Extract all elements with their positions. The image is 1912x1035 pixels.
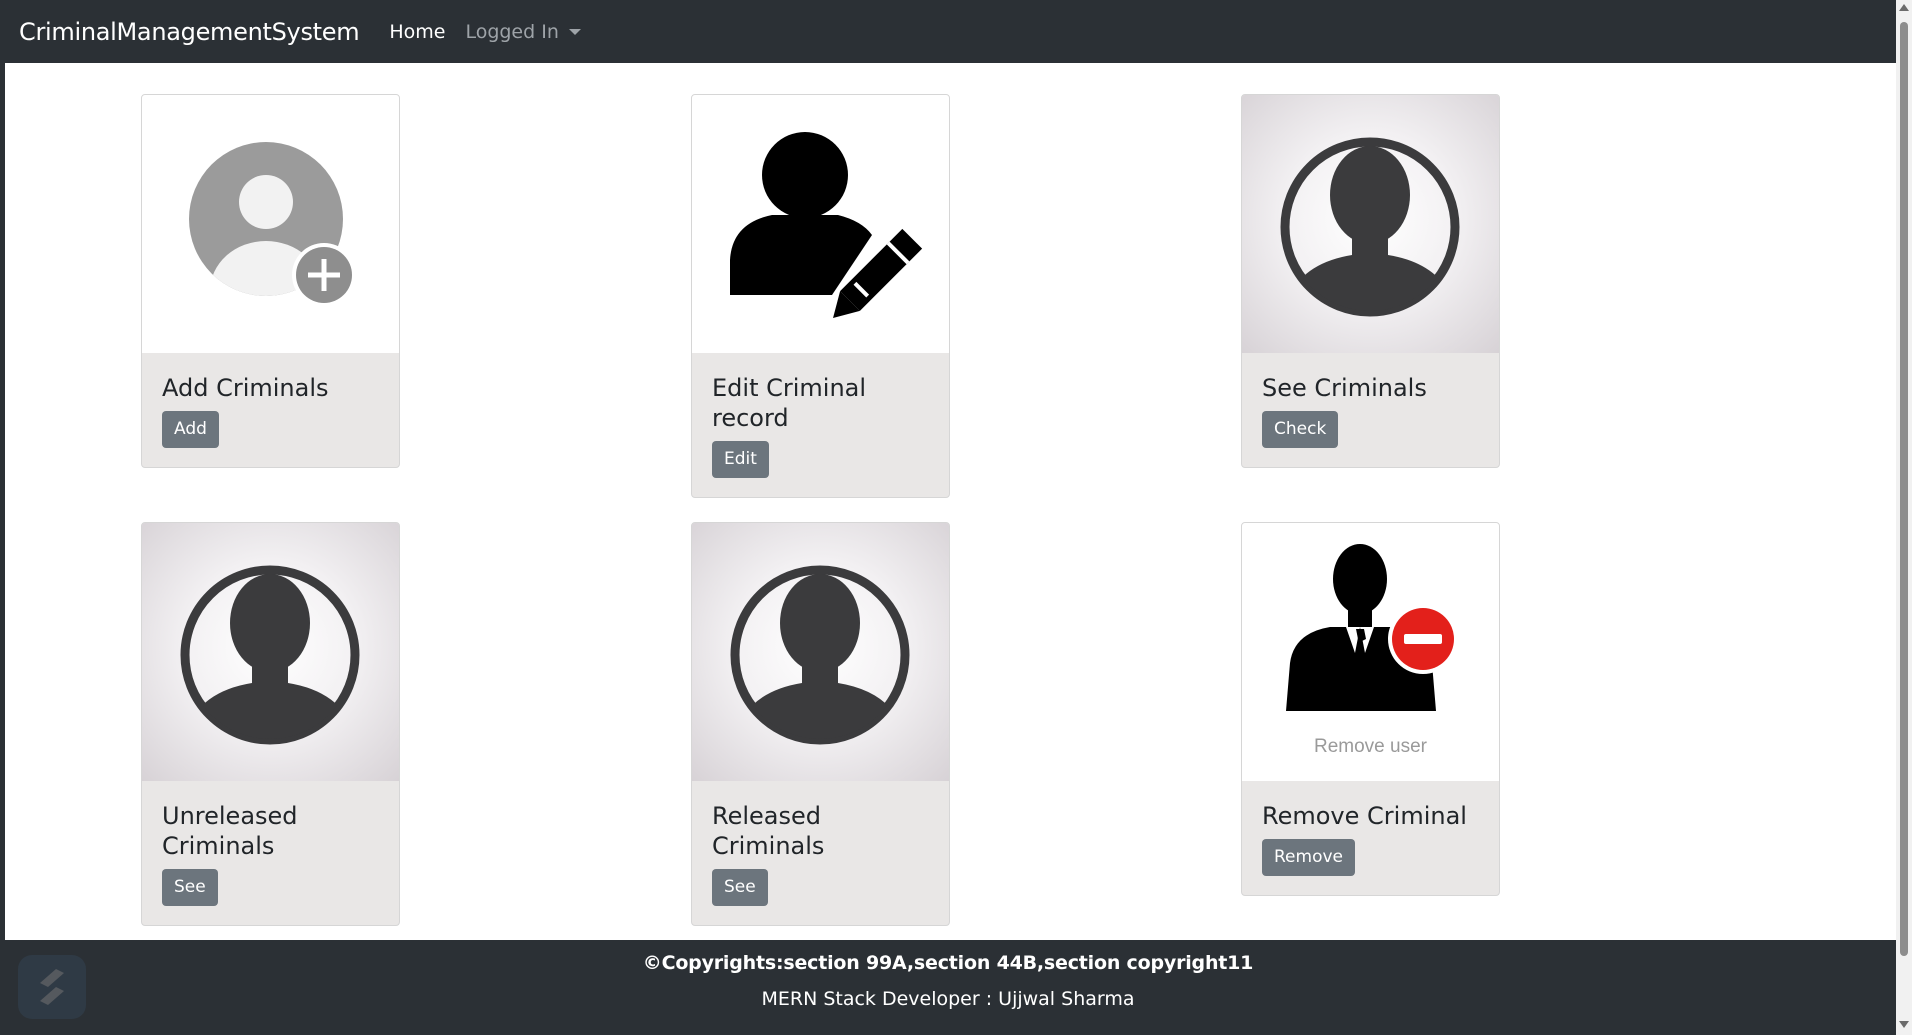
left-border-strip	[0, 63, 5, 940]
logged-in-label: Logged In	[465, 20, 559, 43]
brand-link[interactable]: CriminalManagementSystem	[19, 18, 360, 46]
card-body: See Criminals Check	[1242, 353, 1499, 467]
add-button[interactable]: Add	[162, 411, 219, 448]
footer: ©Copyrights:section 99A,section 44B,sect…	[0, 940, 1896, 1035]
card-title: See Criminals	[1262, 374, 1427, 402]
scroll-up-arrow-icon[interactable]	[1899, 4, 1909, 11]
user-avatar-icon	[1280, 137, 1460, 317]
footer-copyright: ©Copyrights:section 99A,section 44B,sect…	[642, 952, 1254, 974]
check-button[interactable]: Check	[1262, 411, 1339, 448]
card-title: Add Criminals	[162, 374, 329, 402]
card-image	[142, 523, 399, 781]
card-body: Unreleased Criminals See	[142, 781, 399, 925]
card-image	[692, 95, 949, 353]
card-body: Remove Criminal Remove	[1242, 781, 1499, 895]
edit-user-icon	[730, 132, 923, 318]
caret-down-icon	[568, 28, 581, 35]
card-image: Remove user	[1242, 523, 1499, 781]
card-edit-criminal: Edit Criminal record Edit	[691, 94, 950, 498]
nav-home-link[interactable]: Home	[389, 21, 445, 43]
scroll-down-arrow-icon[interactable]	[1899, 1021, 1909, 1028]
card-body: Edit Criminal record Edit	[692, 353, 949, 497]
remove-button[interactable]: Remove	[1262, 839, 1355, 876]
page: CriminalManagementSystem Home Logged In	[0, 0, 1912, 1035]
image-caption: Remove user	[1314, 736, 1427, 757]
card-image	[692, 523, 949, 781]
navbar: CriminalManagementSystem Home Logged In	[0, 0, 1896, 63]
edit-button[interactable]: Edit	[712, 441, 769, 478]
card-remove-criminal: Remove user Remove Criminal Remove	[1241, 522, 1500, 896]
user-avatar-icon	[730, 565, 910, 745]
user-avatar-icon	[180, 565, 360, 745]
card-image	[1242, 95, 1499, 353]
scrollbar-thumb[interactable]	[1900, 22, 1908, 956]
footer-developer: MERN Stack Developer : Ujjwal Sharma	[761, 988, 1135, 1010]
card-body: Add Criminals Add	[142, 353, 399, 467]
logged-in-dropdown[interactable]: Logged In	[465, 20, 581, 43]
card-title: Unreleased Criminals	[162, 802, 298, 860]
card-add-criminals: Add Criminals Add	[141, 94, 400, 468]
card-title: Remove Criminal	[1262, 802, 1467, 830]
card-unreleased-criminals: Unreleased Criminals See	[141, 522, 400, 926]
page-scrollbar[interactable]	[1896, 0, 1912, 1035]
card-image	[142, 95, 399, 353]
card-body: Released Criminals See	[692, 781, 949, 925]
card-released-criminals: Released Criminals See	[691, 522, 950, 926]
see-released-button[interactable]: See	[712, 869, 768, 906]
see-unreleased-button[interactable]: See	[162, 869, 218, 906]
card-title: Released Criminals	[712, 802, 825, 860]
add-user-icon	[189, 142, 356, 307]
card-see-criminals: See Criminals Check	[1241, 94, 1500, 468]
card-title: Edit Criminal record	[712, 374, 867, 432]
